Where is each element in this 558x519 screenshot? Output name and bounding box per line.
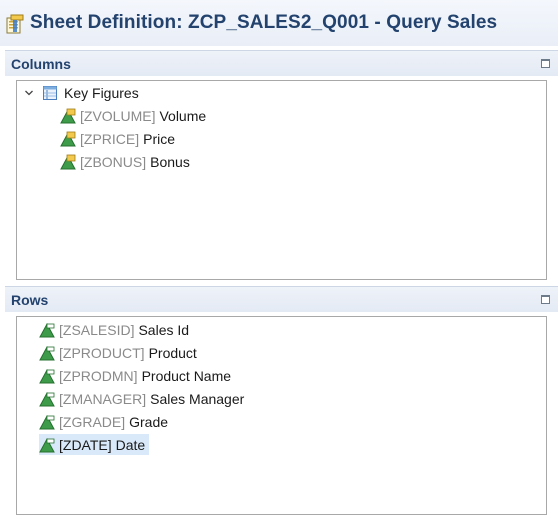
characteristic-icon (39, 322, 55, 337)
technical-name: [ZVOLUME] (80, 107, 156, 124)
rows-section-title: Rows (11, 291, 49, 308)
description: Product Name (141, 367, 232, 384)
description: Grade (129, 413, 169, 430)
page-title: Sheet Definition: ZCP_SALES2_Q001 - Quer… (30, 12, 498, 33)
technical-name: [ZMANAGER] (59, 390, 147, 407)
key-figure-icon (60, 131, 76, 146)
tree-node-key-figure[interactable]: [ZPRICE] Price (60, 128, 175, 149)
description: Sales Id (138, 321, 190, 338)
description: Price (143, 130, 176, 147)
technical-name: [ZBONUS] (80, 153, 147, 170)
tree-node-characteristic[interactable]: [ZPRODMN] Product Name (39, 365, 231, 386)
key-figures-icon (43, 85, 57, 100)
tree-node-characteristic[interactable]: [ZMANAGER] Sales Manager (39, 388, 244, 409)
tree-node-characteristic[interactable]: [ZGRADE] Grade (39, 411, 168, 432)
maximize-icon (540, 59, 550, 68)
expand-collapse-toggle[interactable] (22, 86, 36, 100)
key-figure-icon (60, 108, 76, 123)
technical-name: [ZSALESID] (59, 321, 135, 338)
description: Date (115, 436, 146, 453)
chevron-down-icon (25, 90, 33, 95)
columns-section-header[interactable]: Columns (5, 50, 558, 76)
tree-node-key-figures[interactable]: Key Figures (22, 82, 139, 103)
description: Sales Manager (150, 390, 245, 407)
tree-node-key-figure[interactable]: [ZVOLUME] Volume (60, 105, 206, 126)
columns-section: Columns Key Figures [ZVOLUME] Volume [ZP… (5, 50, 558, 280)
rows-tree[interactable]: [ZSALESID] Sales Id [ZPRODUCT] Product [… (16, 316, 547, 515)
tree-node-label: Key Figures (64, 84, 139, 101)
technical-name: [ZPRODMN] (59, 367, 138, 384)
rows-section-header[interactable]: Rows (5, 286, 558, 312)
tree-node-characteristic[interactable]: [ZPRODUCT] Product (39, 342, 197, 363)
characteristic-icon (39, 414, 55, 429)
characteristic-icon (39, 368, 55, 383)
characteristic-icon (39, 437, 55, 452)
title-bar: Sheet Definition: ZCP_SALES2_Q001 - Quer… (0, 0, 558, 46)
columns-section-title: Columns (11, 55, 71, 72)
tree-node-characteristic[interactable]: [ZSALESID] Sales Id (39, 319, 189, 340)
characteristic-icon (39, 391, 55, 406)
sheet-definition-icon (6, 14, 24, 34)
technical-name: [ZPRICE] (80, 130, 140, 147)
characteristic-icon (39, 345, 55, 360)
sheet-definition-view: Sheet Definition: ZCP_SALES2_Q001 - Quer… (0, 0, 558, 519)
rows-section: Rows [ZSALESID] Sales Id [ZPRODUCT] Prod… (5, 286, 558, 519)
maximize-icon (540, 295, 550, 304)
description: Product (148, 344, 197, 361)
description: Bonus (150, 153, 190, 170)
tree-node-characteristic-selected[interactable]: [ZDATE] Date (39, 434, 150, 455)
technical-name: [ZPRODUCT] (59, 344, 145, 361)
rows-maximize-button[interactable] (538, 293, 552, 307)
columns-tree[interactable]: Key Figures [ZVOLUME] Volume [ZPRICE] Pr… (16, 80, 547, 280)
description: Volume (159, 107, 207, 124)
columns-maximize-button[interactable] (538, 57, 552, 71)
key-figure-icon (60, 154, 76, 169)
technical-name: [ZGRADE] (59, 413, 126, 430)
tree-node-key-figure[interactable]: [ZBONUS] Bonus (60, 151, 190, 172)
technical-name: [ZDATE] (59, 436, 112, 453)
